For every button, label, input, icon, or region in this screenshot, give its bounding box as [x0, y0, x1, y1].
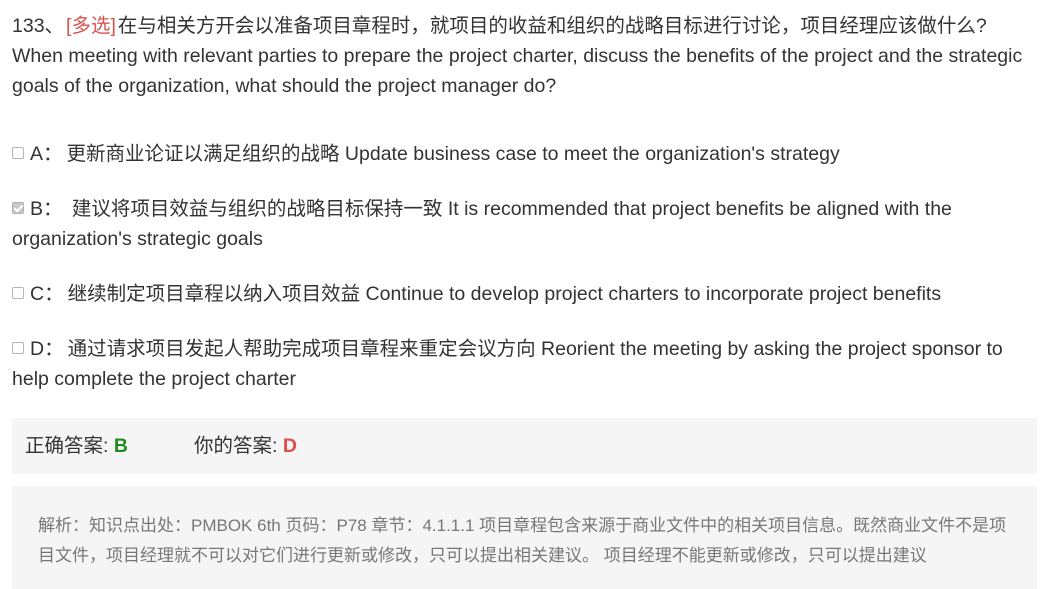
option-b-checkbox[interactable] [12, 202, 24, 214]
option-d[interactable]: D： 通过请求项目发起人帮助完成项目章程来重定会议方向 Reorient the … [12, 334, 1038, 394]
option-c-letter: C： [30, 283, 64, 305]
option-d-checkbox[interactable] [12, 342, 24, 354]
analysis-text: 解析：知识点出处：PMBOK 6th 页码：P78 章节：4.1.1.1 项目章… [38, 516, 1007, 565]
correct-answer-value: B [113, 435, 128, 457]
option-c-checkbox[interactable] [12, 287, 24, 299]
option-a[interactable]: A： 更新商业论证以满足组织的战略 Update business case to… [12, 139, 1038, 169]
option-b-letter: B： [30, 198, 63, 220]
your-answer: 你的答案: D [194, 418, 297, 474]
your-answer-label: 你的答案: [194, 435, 278, 457]
quiz-question-card: 133、 [多选] 在与相关方开会以准备项目章程时，就项目的收益和组织的战略目标进行… [0, 0, 1050, 589]
option-b-text: 建议将项目效益与组织的战略目标保持一致 It is recommended th… [12, 198, 952, 250]
option-b[interactable]: B： 建议将项目效益与组织的战略目标保持一致 It is recommended… [12, 194, 1038, 254]
question-text-en: When meeting with relevant parties to pr… [12, 45, 1023, 97]
question-number: 133、 [12, 15, 65, 37]
option-c-text: 继续制定项目章程以纳入项目效益 Continue to develop proj… [67, 283, 942, 305]
option-a-text: 更新商业论证以满足组织的战略 Update business case to m… [66, 143, 840, 165]
option-a-letter: A： [30, 143, 63, 165]
option-d-text: 通过请求项目发起人帮助完成项目章程来重定会议方向 Reorient the me… [12, 338, 1003, 390]
question-text-cn: 在与相关方开会以准备项目章程时，就项目的收益和组织的战略目标进行讨论，项目经理应… [117, 15, 987, 37]
option-a-checkbox[interactable] [12, 147, 24, 159]
question-block: 133、 [多选] 在与相关方开会以准备项目章程时，就项目的收益和组织的战略目标进行… [12, 11, 1038, 101]
answer-panel: 正确答案: B 你的答案: D [12, 418, 1037, 474]
option-c[interactable]: C： 继续制定项目章程以纳入项目效益 Continue to develop pr… [12, 279, 1038, 309]
your-answer-value: D [282, 435, 297, 457]
correct-answer-label: 正确答案: [25, 435, 109, 457]
correct-answer: 正确答案: B [25, 418, 128, 474]
question-type-badge: [多选] [66, 15, 116, 37]
analysis-panel: 解析：知识点出处：PMBOK 6th 页码：P78 章节：4.1.1.1 项目章… [12, 486, 1037, 589]
option-d-letter: D： [30, 338, 64, 360]
